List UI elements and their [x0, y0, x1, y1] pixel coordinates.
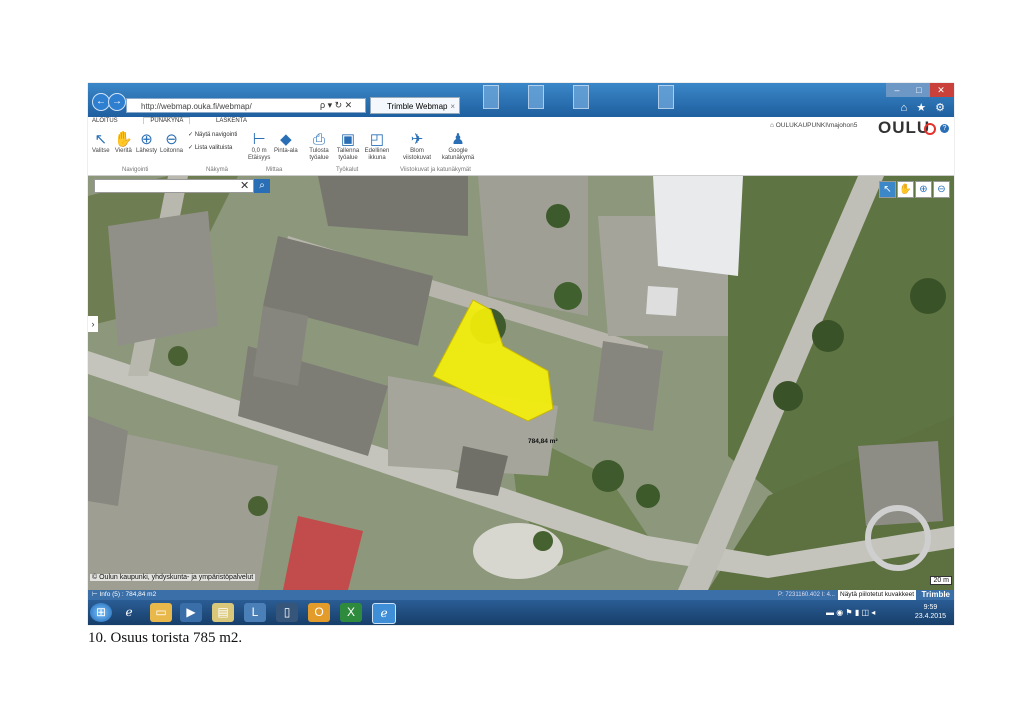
ruler-icon: ⊢ [252, 131, 266, 148]
window-controls[interactable]: – □ ✕ [886, 83, 954, 97]
map-pointer-icon[interactable]: ↖ [879, 181, 896, 198]
browser-bar: ← → http://webmap.ouka.fi/webmap/ ρ ▾ ↻ … [88, 83, 954, 117]
maximize-icon[interactable]: □ [908, 83, 930, 97]
select-button[interactable]: ↖ Valitse [92, 131, 110, 155]
plane-icon: ✈ [410, 131, 424, 148]
search-input[interactable] [94, 179, 254, 193]
excel-icon[interactable]: X [340, 603, 362, 622]
logo-ring-icon [924, 123, 936, 135]
window-thumb-icon [658, 85, 674, 109]
zoom-out-button[interactable]: ⊖ Loitonna [160, 131, 183, 155]
start-button-icon[interactable]: ⊞ [90, 603, 112, 622]
info-status[interactable]: ⊢ Info (5) : 784,84 m2 [92, 590, 156, 600]
forward-icon[interactable]: → [108, 93, 126, 111]
window-thumb-icon [483, 85, 499, 109]
window-thumb-icon [528, 85, 544, 109]
internet-explorer-icon[interactable]: ℯ [118, 603, 140, 622]
address-controls[interactable]: ρ ▾ ↻ ✕ [320, 98, 352, 113]
group-label-measure: Mittaa [266, 167, 283, 173]
phone-icon[interactable]: ▯ [276, 603, 298, 622]
coordinate-readout: P: 7231160.402 I: 4... [778, 592, 835, 598]
minimize-icon[interactable]: – [886, 83, 908, 97]
group-label-oblique: Viistokuvat ja katunäkymät [400, 167, 471, 173]
person-icon: ♟ [451, 131, 465, 148]
window-thumb-icon [573, 85, 589, 109]
scale-bar: 20 m [930, 576, 952, 585]
file-explorer-icon[interactable]: ▭ [150, 603, 172, 622]
map-pan-icon[interactable]: ✋ [897, 181, 914, 198]
side-panel-toggle[interactable]: › [88, 316, 98, 332]
map-view[interactable]: ✕ ⌕ ↖ ✋ ⊕ ⊖ › 784,84 m² © Oulun kaupunki, y… [88, 176, 954, 590]
lync-icon[interactable]: L [244, 603, 266, 622]
outlook-icon[interactable]: O [308, 603, 330, 622]
trimble-logo: Trimble [921, 590, 950, 599]
oblique-images-button[interactable]: ✈ Blom viistokuvat [400, 131, 434, 162]
zoom-out-icon: ⊖ [165, 131, 178, 148]
help-icon[interactable]: ? [940, 124, 949, 133]
clock[interactable]: 9:59 23.4.2015 [915, 603, 946, 621]
group-label-navigation: Navigointi [122, 167, 149, 173]
measure-readout: 0,0 m [251, 148, 267, 154]
map-zoom-out-icon[interactable]: ⊖ [933, 181, 950, 198]
street-view-button[interactable]: ♟ Google katunäkymä [440, 131, 476, 162]
aerial-map[interactable] [88, 176, 954, 590]
ribbon-tabs: ALOITUS PUNAKYNÄ LASKENTA [92, 117, 271, 127]
map-copyright: © Oulun kaupunki, yhdyskunta- ja ympäris… [90, 574, 256, 581]
previous-view-icon: ◰ [369, 131, 385, 148]
screenshot: ← → http://webmap.ouka.fi/webmap/ ρ ▾ ↻ … [88, 83, 954, 625]
tab-laskenta[interactable]: LASKENTA [216, 118, 247, 124]
selection-list-checkbox[interactable]: ✓ Lista valituista [188, 144, 232, 151]
show-navigation-checkbox[interactable]: ✓ Näytä navigointi [188, 131, 237, 138]
printer-icon: ⎙ [312, 131, 325, 148]
print-button[interactable]: ⎙ Tulosta työalue [306, 131, 332, 162]
browser-toolbar-icons[interactable]: ⌂ ★ ⚙ [901, 101, 948, 114]
tab-aloitus[interactable]: ALOITUS [92, 118, 118, 124]
save-icon: ▣ [340, 131, 356, 148]
map-zoom-in-icon[interactable]: ⊕ [915, 181, 932, 198]
tab-close-icon[interactable]: × [450, 98, 455, 115]
hand-icon: ✋ [114, 131, 133, 148]
account-name[interactable]: ⌂ OULUKAUPUNKI\majohon5 [770, 122, 857, 129]
map-toolbar: ↖ ✋ ⊕ ⊖ [878, 179, 950, 198]
folder-icon[interactable]: ▤ [212, 603, 234, 622]
group-label-view: Näkymä [206, 167, 229, 173]
zoom-in-button[interactable]: ⊕ Lähesty [136, 131, 157, 155]
zoom-in-icon: ⊕ [140, 131, 153, 148]
tab-punakyna[interactable]: PUNAKYNÄ [143, 117, 191, 124]
active-browser-icon[interactable]: ℯ [372, 603, 396, 624]
windows-taskbar: ⊞ ℯ ▭ ▶ ▤ L ▯ O X ℯ ▬ ◉ ⚑ ▮ ◫ ◂ 9:59 23.4… [88, 600, 954, 625]
system-tray-icons[interactable]: ▬ ◉ ⚑ ▮ ◫ ◂ [826, 608, 875, 617]
close-icon[interactable]: ✕ [930, 83, 952, 97]
pointer-icon: ↖ [94, 131, 108, 148]
pan-button[interactable]: ✋ Vieritä [114, 131, 133, 155]
search-icon[interactable]: ⌕ [254, 179, 270, 193]
page-caption: 10. Osuus torista 785 m2. [88, 630, 243, 646]
area-button[interactable]: ◆ Pinta-ala [274, 131, 298, 155]
media-player-icon[interactable]: ▶ [180, 603, 202, 622]
oulu-logo: OULU [878, 118, 931, 137]
show-hidden-icons-button[interactable]: Näytä piilotetut kuvakkeet [838, 590, 917, 600]
browser-tab[interactable]: Trimble Webmap × [370, 97, 460, 114]
previous-view-button[interactable]: ◰ Edellinen ikkuna [364, 131, 390, 162]
group-label-tools: Työkalut [336, 167, 359, 173]
status-bar: ⊢ Info (5) : 784,84 m2 P: 7231160.402 I:… [88, 590, 954, 600]
area-measurement-label: 784,84 m² [528, 438, 558, 445]
distance-button[interactable]: ⊢ 0,0 m Etäisyys [248, 131, 270, 162]
polygon-icon: ◆ [280, 131, 292, 148]
tab-title: Trimble Webmap [387, 102, 448, 111]
ribbon: ALOITUS PUNAKYNÄ LASKENTA ↖ Valitse ✋ Vier… [88, 117, 954, 176]
search-clear-icon[interactable]: ✕ [240, 179, 249, 193]
save-button[interactable]: ▣ Tallenna työalue [335, 131, 361, 162]
